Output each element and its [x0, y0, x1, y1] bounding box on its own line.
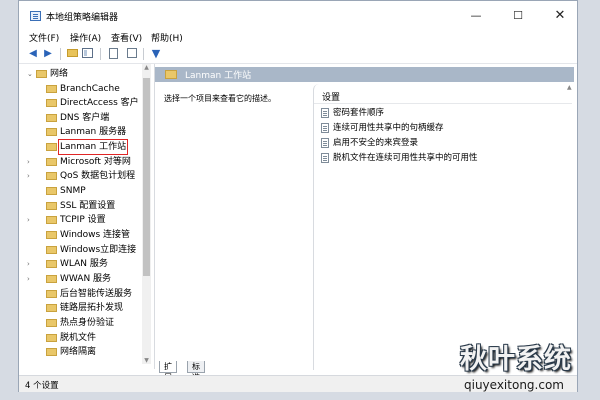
export-list-icon[interactable] — [107, 47, 121, 60]
tree-item-label: DNS 客户端 — [60, 113, 110, 123]
up-folder-icon[interactable] — [66, 47, 80, 60]
folder-icon — [46, 99, 57, 107]
close-button[interactable]: ✕ — [545, 1, 575, 31]
scroll-up-icon[interactable]: ▲ — [567, 84, 572, 91]
setting-label: 脱机文件在连续可用性共享中的可用性 — [333, 153, 478, 163]
chevron-right-icon[interactable]: › — [27, 169, 35, 183]
folder-icon — [46, 348, 57, 356]
menu-file[interactable]: 文件(F) — [29, 31, 59, 44]
tree-item-label: 网络 — [50, 69, 69, 79]
folder-icon — [46, 202, 57, 210]
setting-label: 连续可用性共享中的句柄缓存 — [333, 123, 444, 133]
folder-icon — [46, 275, 57, 283]
window-title: 本地组策略编辑器 — [46, 13, 119, 23]
title-bar: 本地组策略编辑器 — ☐ ✕ — [19, 1, 577, 31]
setting-label: 启用不安全的来宾登录 — [333, 138, 419, 148]
tab-standard[interactable]: 标准 — [187, 361, 205, 382]
folder-icon — [46, 187, 57, 195]
tree-item-label: SNMP — [60, 186, 86, 196]
settings-column-header[interactable]: 设置 — [322, 90, 340, 103]
chevron-right-icon[interactable]: › — [27, 257, 35, 271]
tree-item-label: 网络隔离 — [60, 347, 97, 357]
tree-item-label: SSL 配置设置 — [60, 201, 116, 211]
folder-icon — [46, 334, 57, 342]
chevron-right-icon[interactable]: › — [27, 272, 35, 286]
maximize-button[interactable]: ☐ — [503, 1, 533, 31]
folder-icon — [46, 143, 57, 151]
folder-icon — [46, 319, 57, 327]
tree-item-label: DirectAccess 客户 — [60, 98, 139, 108]
policy-editor-app-icon — [30, 11, 41, 21]
folder-icon — [46, 260, 57, 268]
chevron-right-icon[interactable]: › — [27, 155, 35, 169]
forward-arrow-icon[interactable]: ▶ — [41, 47, 55, 60]
minimize-button[interactable]: — — [461, 1, 491, 31]
folder-icon — [46, 290, 57, 298]
tree-item-label: Lanman 工作站 — [57, 139, 129, 155]
toolbar: ◀ ▶ ▼ — [19, 45, 577, 64]
tree-item-label: 热点身份验证 — [60, 318, 115, 328]
menu-view[interactable]: 查看(V) — [111, 31, 142, 44]
header-divider — [314, 103, 572, 104]
status-text: 4 个设置 — [25, 381, 59, 391]
toolbar-separator — [100, 48, 101, 60]
tree-item-label: WLAN 服务 — [60, 259, 108, 269]
menu-action[interactable]: 操作(A) — [70, 31, 101, 44]
tree-pane: ⌄ 网络 BranchCache DirectAccess 客户 DNS 客户端… — [24, 64, 142, 364]
toolbar-separator — [143, 48, 144, 60]
setting-label: 密码套件顺序 — [333, 108, 385, 118]
folder-icon — [46, 158, 57, 166]
group-policy-editor-window: 本地组策略编辑器 — ☐ ✕ 文件(F) 操作(A) 查看(V) 帮助(H) ◀… — [18, 0, 578, 392]
tree-item-label: QoS 数据包计划程 — [60, 171, 136, 181]
details-header: Lanman 工作站 — [155, 67, 574, 82]
tree-item-label: 链路层拓扑发现 — [60, 303, 124, 313]
tree-item-label: Microsoft 对等网 — [60, 157, 131, 167]
tree-item-label: BranchCache — [60, 84, 120, 94]
folder-icon — [46, 246, 57, 254]
toolbar-separator — [60, 48, 61, 60]
menu-bar: 文件(F) 操作(A) 查看(V) 帮助(H) — [19, 30, 577, 44]
policy-setting-icon — [321, 153, 329, 163]
folder-open-icon — [36, 70, 47, 78]
tree-item-label: WWAN 服务 — [60, 274, 112, 284]
description-text: 选择一个项目来查看它的描述。 — [164, 94, 276, 103]
folder-icon — [46, 128, 57, 136]
tree-item-label: 脱机文件 — [60, 333, 97, 343]
tree-item-label: 后台智能传送服务 — [60, 289, 133, 299]
folder-icon — [165, 70, 177, 79]
scroll-down-icon[interactable]: ▼ — [142, 357, 151, 364]
back-arrow-icon[interactable]: ◀ — [26, 47, 40, 60]
scroll-up-icon[interactable]: ▲ — [142, 64, 151, 71]
tree-item-label: TCPIP 设置 — [60, 215, 106, 225]
details-title: Lanman 工作站 — [185, 71, 252, 81]
tree-item-label: Lanman 服务器 — [60, 127, 127, 137]
folder-icon — [46, 172, 57, 180]
settings-list: 设置 密码套件顺序 连续可用性共享中的句柄缓存 启用不安全的来宾登录 脱机文件在… — [313, 84, 572, 370]
folder-icon — [46, 85, 57, 93]
tree-scrollbar[interactable]: ▲ ▼ — [142, 64, 151, 364]
details-pane: Lanman 工作站 选择一个项目来查看它的描述。 设置 密码套件顺序 连续可用… — [154, 64, 574, 370]
folder-icon — [46, 216, 57, 224]
chevron-down-icon[interactable]: ⌄ — [27, 67, 35, 81]
tab-extended[interactable]: 扩展 — [159, 361, 177, 382]
policy-setting-icon — [321, 138, 329, 148]
help-pane-icon[interactable] — [125, 47, 139, 60]
policy-setting-icon — [321, 123, 329, 133]
scrollbar-thumb[interactable] — [143, 78, 150, 276]
chevron-right-icon[interactable]: › — [27, 213, 35, 227]
folder-icon — [46, 231, 57, 239]
watermark-url: qiuyexitong.com — [464, 378, 564, 392]
folder-icon — [46, 304, 57, 312]
menu-help[interactable]: 帮助(H) — [151, 31, 183, 44]
filter-icon[interactable]: ▼ — [149, 47, 163, 60]
policy-setting-icon — [321, 108, 329, 118]
tree-item-label: Windows立即连接 — [60, 245, 137, 255]
show-hide-tree-icon[interactable] — [81, 47, 95, 60]
folder-icon — [46, 114, 57, 122]
watermark-logo-text: 秋叶系统 — [460, 344, 572, 375]
tree-item-label: Windows 连接管 — [60, 230, 131, 240]
